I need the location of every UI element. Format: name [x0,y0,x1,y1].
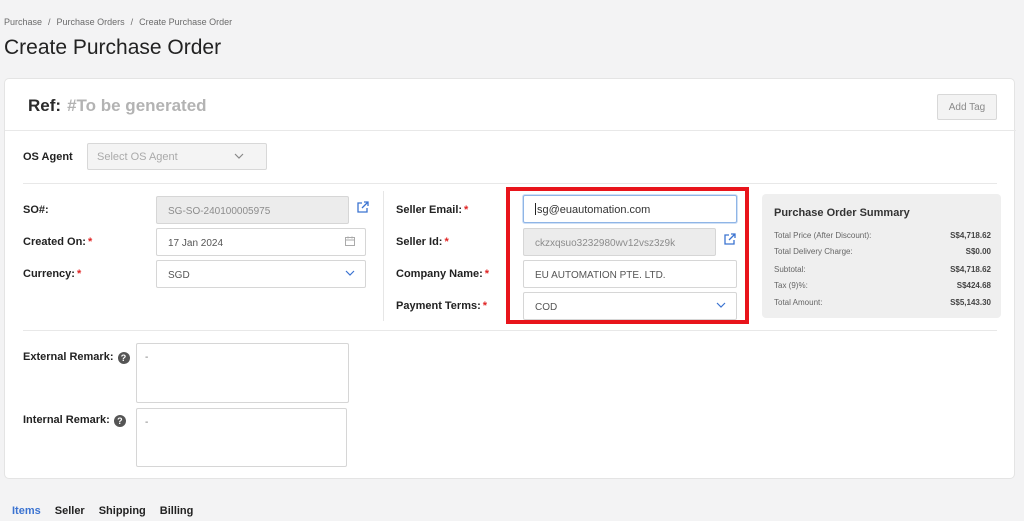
so-number-field: SG-SO-240100005975 [156,196,349,224]
summary-row-subtotal: Subtotal: S$4,718.62 [774,265,991,274]
internal-remark-label: Internal Remark:? [23,414,126,427]
chevron-down-icon [234,153,244,159]
summary-value: S$0.00 [965,247,991,256]
ref-heading: Ref: #To be generated [28,96,207,116]
seller-id-label-text: Seller Id: [396,236,443,248]
ref-value: #To be generated [67,96,207,115]
created-on-date-field[interactable]: 17 Jan 2024 [156,228,366,256]
tab-items[interactable]: Items [12,505,41,517]
internal-remark-value: - [145,417,149,428]
breadcrumb-separator: / [130,17,134,27]
summary-value: S$424.68 [956,281,991,290]
currency-value: SGD [168,270,190,281]
company-name-label: Company Name: * [396,268,489,280]
summary-label: Total Amount: [774,298,823,307]
payment-terms-label-text: Payment Terms: [396,300,481,312]
highlight-box [506,187,749,324]
divider [23,183,997,184]
seller-email-label: Seller Email: * [396,204,468,216]
breadcrumb-separator: / [48,17,51,27]
currency-select[interactable]: SGD [156,260,366,288]
required-mark: * [464,204,469,216]
summary-row-delivery: Total Delivery Charge: S$0.00 [774,247,991,256]
external-remark-value: - [145,352,149,363]
summary-value: S$5,143.30 [950,298,991,307]
summary-value: S$4,718.62 [950,265,991,274]
seller-id-label: Seller Id: * [396,236,449,248]
summary-value: S$4,718.62 [950,231,991,240]
currency-label: Currency: * [23,268,81,280]
currency-label-text: Currency: [23,268,75,280]
breadcrumb-purchase-orders[interactable]: Purchase Orders [57,17,125,27]
divider [23,330,997,331]
os-agent-select[interactable]: Select OS Agent [87,143,267,170]
column-divider [383,191,384,321]
company-name-label-text: Company Name: [396,268,483,280]
summary-label: Total Price (After Discount): [774,231,872,240]
created-on-label-text: Created On: [23,236,86,248]
ref-label: Ref: [28,96,62,115]
tab-bar: Items Seller Shipping Billing [12,505,207,517]
tab-shipping[interactable]: Shipping [99,505,146,517]
external-remark-label: External Remark:? [23,351,130,364]
required-mark: * [484,268,490,280]
internal-remark-label-text: Internal Remark: [23,414,110,426]
add-tag-button[interactable]: Add Tag [937,94,997,120]
calendar-icon [345,236,355,246]
summary-label: Tax (9)%: [774,281,808,290]
purchase-order-summary: Purchase Order Summary Total Price (Afte… [762,194,1001,318]
external-remark-textarea[interactable]: - [136,343,349,403]
seller-email-label-text: Seller Email: [396,204,463,216]
breadcrumb: Purchase / Purchase Orders / Create Purchase… [4,17,232,27]
summary-row-total-price: Total Price (After Discount): S$4,718.62 [774,231,991,240]
chevron-down-icon [345,270,355,276]
tab-seller[interactable]: Seller [55,505,85,517]
breadcrumb-purchase[interactable]: Purchase [4,17,42,27]
required-mark: * [444,236,449,248]
summary-row-total-amount: Total Amount: S$5,143.30 [774,298,991,307]
created-on-label: Created On: * [23,236,92,248]
divider [5,130,1016,131]
internal-remark-textarea[interactable]: - [136,408,347,467]
os-agent-label: OS Agent [23,151,73,163]
page-title: Create Purchase Order [4,36,222,59]
so-number-label: SO#: [23,204,49,216]
required-mark: * [482,300,488,312]
external-remark-label-text: External Remark: [23,351,114,363]
so-number-value: SG-SO-240100005975 [168,206,271,217]
summary-label: Total Delivery Charge: [774,247,853,256]
summary-title: Purchase Order Summary [774,207,910,219]
required-mark: * [76,268,82,280]
tab-billing[interactable]: Billing [160,505,194,517]
required-mark: * [87,236,93,248]
summary-label: Subtotal: [774,265,806,274]
os-agent-placeholder: Select OS Agent [97,151,178,163]
help-icon[interactable]: ? [113,415,126,427]
external-link-icon[interactable] [356,200,370,214]
created-on-value: 17 Jan 2024 [168,238,224,249]
payment-terms-label: Payment Terms: * [396,300,487,312]
breadcrumb-current: Create Purchase Order [139,17,233,27]
help-icon[interactable]: ? [117,352,130,364]
summary-row-tax: Tax (9)%: S$424.68 [774,281,991,290]
